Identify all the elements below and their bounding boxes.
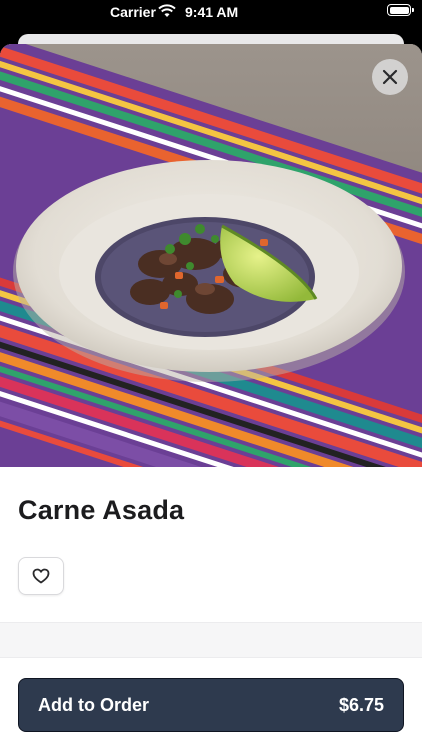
price-label: $6.75 bbox=[338, 695, 384, 715]
carrier-label: Carrier bbox=[110, 4, 156, 20]
clock: 9:41 AM bbox=[185, 4, 239, 20]
hero-image bbox=[0, 44, 422, 467]
wifi-icon bbox=[158, 4, 176, 17]
add-to-order-button[interactable]: Add to Order $6.75 bbox=[18, 678, 404, 732]
battery-icon bbox=[387, 4, 414, 16]
favorite-button[interactable] bbox=[18, 557, 64, 595]
item-detail-sheet: Carne Asada Add to Order $6.75 bbox=[0, 44, 422, 750]
heart-icon bbox=[32, 568, 50, 584]
status-bar: Carrier 9:41 AM bbox=[0, 0, 422, 24]
taco-photo bbox=[0, 44, 422, 467]
section-divider bbox=[0, 622, 422, 658]
item-title: Carne Asada bbox=[18, 495, 185, 525]
add-to-order-label: Add to Order bbox=[38, 695, 149, 715]
close-button[interactable] bbox=[372, 59, 408, 95]
close-icon bbox=[382, 69, 398, 85]
